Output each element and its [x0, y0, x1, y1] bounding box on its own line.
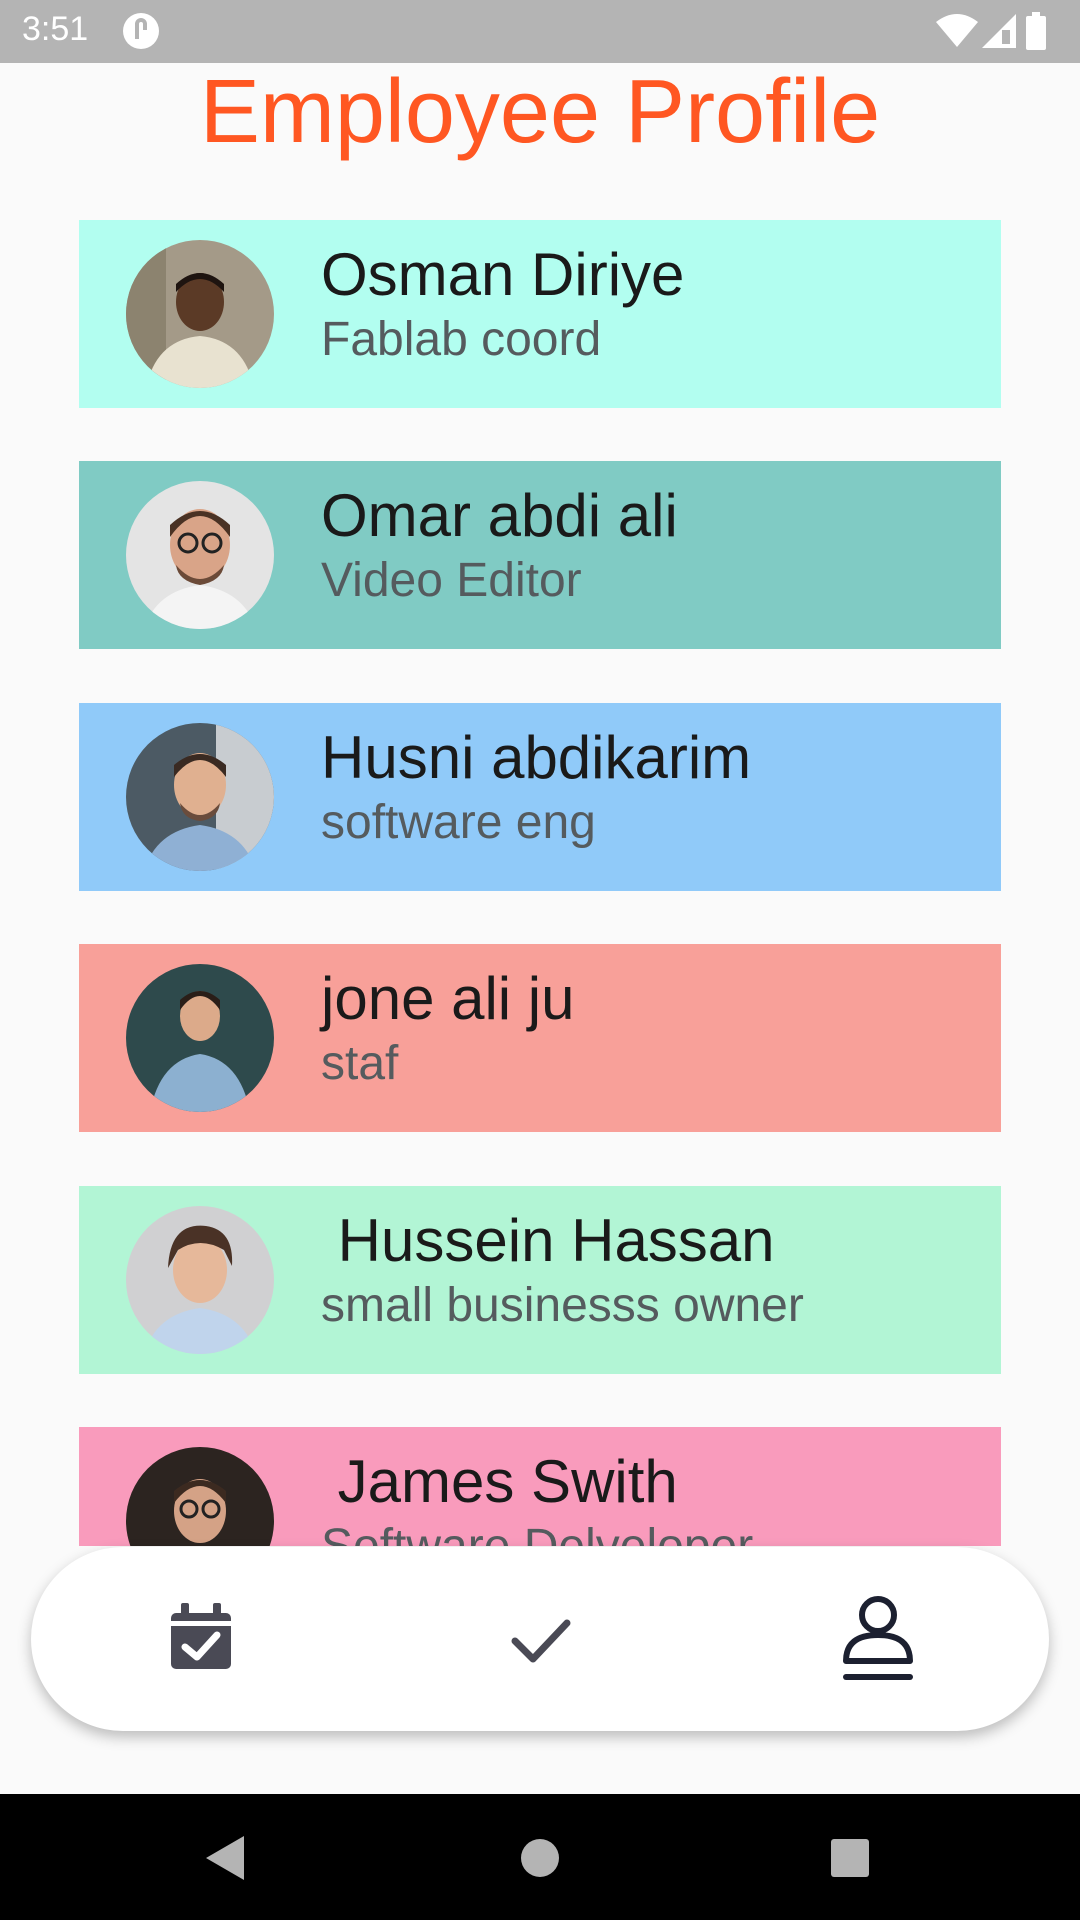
- avatar: [126, 1447, 274, 1546]
- person-icon[interactable]: [828, 1589, 928, 1689]
- battery-icon: [1026, 12, 1046, 55]
- employee-card[interactable]: James Swith Software Delveloper: [79, 1427, 1001, 1546]
- app-notification-icon: [122, 12, 160, 50]
- employee-card[interactable]: Husni abdikarim software eng: [79, 703, 1001, 891]
- employee-role: Software Delveloper: [321, 1519, 753, 1546]
- check-icon[interactable]: [491, 1589, 591, 1689]
- avatar: [126, 240, 274, 388]
- page-title: Employee Profile: [199, 62, 881, 162]
- employee-role: staf: [321, 1037, 399, 1090]
- employee-name: Omar abdi ali: [321, 482, 678, 549]
- employee-card[interactable]: jone ali ju staf: [79, 944, 1001, 1132]
- signal-icon: [982, 14, 1016, 53]
- status-icons: [912, 12, 1062, 52]
- status-time: 3:51: [22, 10, 89, 48]
- avatar: [126, 1206, 274, 1354]
- employee-name: James Swith: [321, 1448, 678, 1515]
- employee-role: Video Editor: [321, 554, 582, 607]
- avatar: [126, 964, 274, 1112]
- employee-role: small businesss owner: [321, 1279, 804, 1332]
- employee-name: Osman Diriye: [321, 241, 685, 308]
- employee-name: Hussein Hassan: [321, 1207, 775, 1274]
- employee-card[interactable]: Osman Diriye Fablab coord: [79, 220, 1001, 408]
- recents-icon[interactable]: [820, 1828, 880, 1888]
- avatar: [126, 723, 274, 871]
- home-icon[interactable]: [510, 1828, 570, 1888]
- system-navigation-bar: [0, 1794, 1080, 1920]
- employee-list: Osman Diriye Fablab coord Omar abdi ali …: [79, 220, 1001, 1546]
- calendar-check-icon[interactable]: [151, 1589, 251, 1689]
- status-bar: 3:51: [0, 0, 1080, 63]
- bottom-navigation: [31, 1547, 1049, 1731]
- wifi-icon: [936, 14, 978, 53]
- employee-card[interactable]: Omar abdi ali Video Editor: [79, 461, 1001, 649]
- employee-role: software eng: [321, 796, 596, 849]
- avatar: [126, 481, 274, 629]
- employee-name: jone ali ju: [321, 965, 575, 1032]
- employee-name: Husni abdikarim: [321, 724, 752, 791]
- back-icon[interactable]: [196, 1828, 256, 1888]
- employee-card[interactable]: Hussein Hassan small businesss owner: [79, 1186, 1001, 1374]
- employee-role: Fablab coord: [321, 313, 602, 366]
